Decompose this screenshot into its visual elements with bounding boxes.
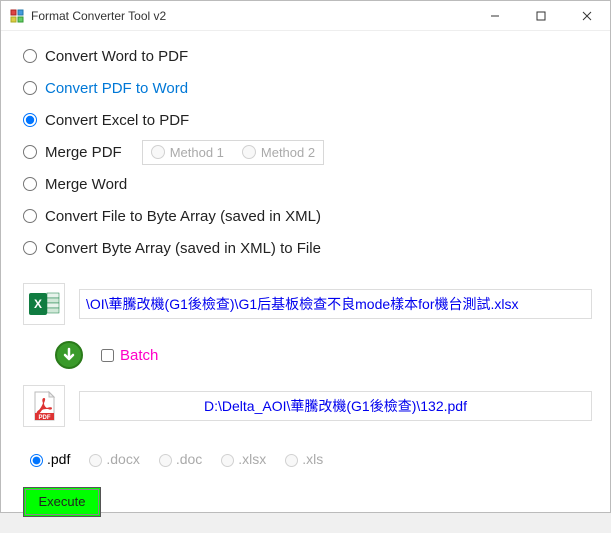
maximize-button[interactable]	[518, 1, 564, 31]
batch-label-text: Batch	[120, 347, 158, 364]
option-merge-word[interactable]: Merge Word	[23, 176, 127, 193]
excel-icon[interactable]: X	[23, 283, 65, 325]
ext-label: .xlsx	[238, 451, 266, 467]
pdf-icon[interactable]: PDF	[23, 385, 65, 427]
ext-label: .xls	[302, 451, 323, 467]
batch-row: Batch	[55, 341, 592, 369]
window-title: Format Converter Tool v2	[31, 9, 472, 23]
method-label: Method 2	[261, 145, 315, 160]
option-label: Convert Byte Array (saved in XML) to Fil…	[45, 240, 321, 257]
ext-xlsx: .xlsx	[216, 451, 266, 467]
method1-radio: Method 1	[151, 145, 224, 160]
option-label: Merge Word	[45, 176, 127, 193]
ext-pdf[interactable]: .pdf	[25, 451, 70, 467]
method2-radio: Method 2	[242, 145, 315, 160]
input-file-row: X \OI\華騰改機(G1後檢查)\G1后基板檢查不良mode樣本for機台測試…	[23, 283, 592, 325]
batch-checkbox[interactable]: Batch	[97, 346, 158, 365]
svg-text:PDF: PDF	[39, 415, 51, 421]
option-label: Convert File to Byte Array (saved in XML…	[45, 208, 321, 225]
ext-label: .docx	[106, 451, 139, 467]
app-window: Format Converter Tool v2 Convert Word to…	[0, 0, 611, 513]
option-label: Merge PDF	[45, 144, 122, 161]
input-path-text: \OI\華騰改機(G1後檢查)\G1后基板檢查不良mode樣本for機台測試.x…	[86, 294, 518, 314]
output-path-text: D:\Delta_AOI\華騰改機(G1後檢查)\132.pdf	[204, 396, 467, 416]
option-label: Convert PDF to Word	[45, 80, 188, 97]
ext-docx: .docx	[84, 451, 139, 467]
svg-text:X: X	[34, 297, 42, 311]
minimize-button[interactable]	[472, 1, 518, 31]
app-icon	[9, 8, 25, 24]
input-path-field[interactable]: \OI\華騰改機(G1後檢查)\G1后基板檢查不良mode樣本for機台測試.x…	[79, 289, 592, 319]
arrow-down-icon[interactable]	[55, 341, 83, 369]
method-group: Method 1 Method 2	[142, 140, 324, 165]
window-controls	[472, 1, 610, 31]
option-label: Convert Word to PDF	[45, 48, 188, 65]
close-button[interactable]	[564, 1, 610, 31]
ext-label: .doc	[176, 451, 202, 467]
output-file-row: PDF D:\Delta_AOI\華騰改機(G1後檢查)\132.pdf	[23, 385, 592, 427]
content-area: Convert Word to PDF Convert PDF to Word …	[1, 31, 610, 533]
titlebar: Format Converter Tool v2	[1, 1, 610, 31]
execute-label: Execute	[39, 494, 86, 509]
output-path-field[interactable]: D:\Delta_AOI\華騰改機(G1後檢查)\132.pdf	[79, 391, 592, 421]
option-label: Convert Excel to PDF	[45, 112, 189, 129]
option-merge-pdf[interactable]: Merge PDF	[23, 144, 122, 161]
option-file-to-byte[interactable]: Convert File to Byte Array (saved in XML…	[23, 208, 321, 225]
ext-doc: .doc	[154, 451, 202, 467]
ext-label: .pdf	[47, 451, 70, 467]
option-byte-to-file[interactable]: Convert Byte Array (saved in XML) to Fil…	[23, 240, 321, 257]
option-pdf-to-word[interactable]: Convert PDF to Word	[23, 80, 188, 97]
ext-xls: .xls	[280, 451, 323, 467]
option-excel-to-pdf[interactable]: Convert Excel to PDF	[23, 112, 189, 129]
method-label: Method 1	[170, 145, 224, 160]
extension-row: .pdf .docx .doc .xlsx .xls	[25, 451, 592, 467]
option-word-to-pdf[interactable]: Convert Word to PDF	[23, 48, 188, 65]
